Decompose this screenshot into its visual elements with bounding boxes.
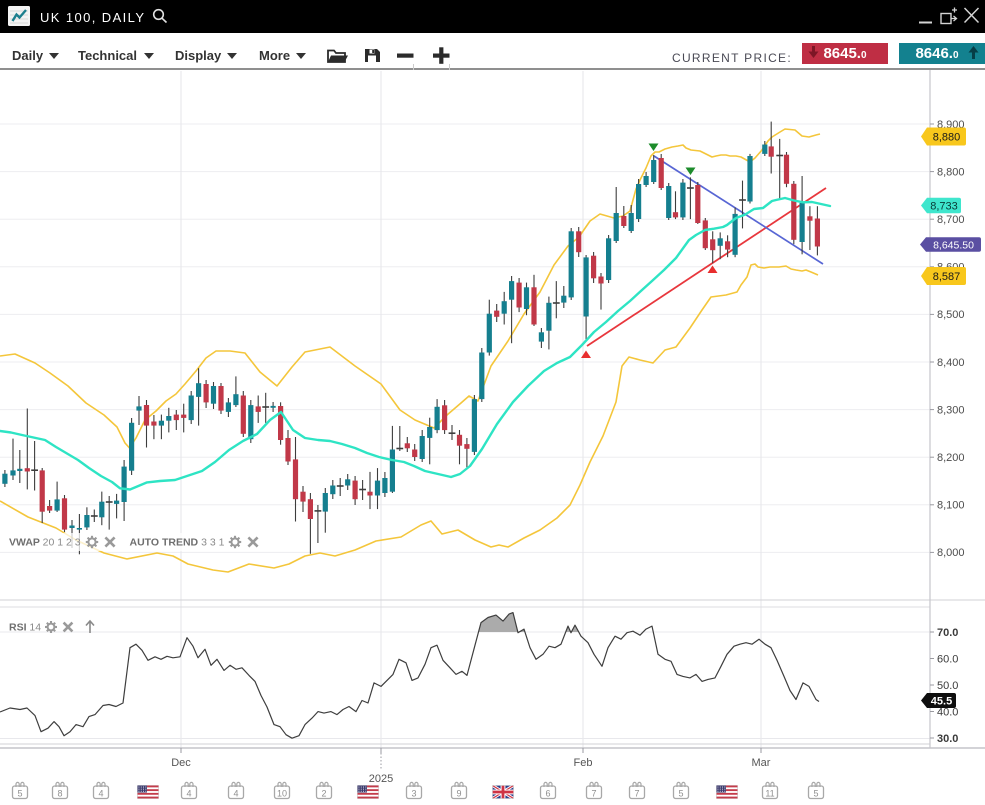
svg-text:4: 4 [98, 789, 103, 799]
svg-text:3: 3 [411, 789, 416, 799]
svg-text:8,000: 8,000 [937, 547, 965, 559]
svg-text:30.0: 30.0 [937, 733, 958, 745]
svg-text:10: 10 [277, 789, 287, 799]
svg-text:45.5: 45.5 [931, 696, 952, 708]
svg-text:8: 8 [57, 789, 62, 799]
svg-text:8,800: 8,800 [937, 166, 965, 178]
svg-text:8,587: 8,587 [933, 271, 961, 283]
svg-text:5: 5 [678, 789, 683, 799]
svg-text:7: 7 [634, 789, 639, 799]
svg-text:60.0: 60.0 [937, 653, 958, 665]
svg-text:6: 6 [545, 789, 550, 799]
svg-text:Feb: Feb [574, 757, 593, 769]
svg-text:5: 5 [17, 789, 22, 799]
svg-text:RSI 14: RSI 14 [9, 622, 41, 634]
svg-text:VWAP 20 1 2 3: VWAP 20 1 2 3 [9, 537, 81, 549]
svg-text:8,300: 8,300 [937, 404, 965, 416]
svg-text:70.0: 70.0 [937, 627, 958, 639]
svg-text:11: 11 [765, 789, 774, 799]
svg-text:AUTO TREND 3 3 1: AUTO TREND 3 3 1 [130, 537, 225, 549]
svg-text:8,645.50: 8,645.50 [933, 239, 974, 251]
svg-text:7: 7 [591, 789, 596, 799]
svg-text:40.0: 40.0 [937, 706, 958, 718]
svg-text:9: 9 [456, 789, 461, 799]
svg-text:Mar: Mar [752, 757, 771, 769]
svg-text:8,880: 8,880 [933, 132, 961, 144]
svg-text:8,100: 8,100 [937, 500, 965, 512]
svg-text:5: 5 [813, 789, 818, 799]
svg-text:Dec: Dec [171, 757, 191, 769]
svg-text:8,733: 8,733 [930, 201, 958, 213]
svg-text:8,400: 8,400 [937, 357, 965, 369]
svg-text:8,700: 8,700 [937, 214, 965, 226]
svg-text:50.0: 50.0 [937, 680, 958, 692]
svg-text:4: 4 [233, 789, 238, 799]
svg-text:2025: 2025 [369, 773, 393, 785]
svg-text:2: 2 [321, 789, 326, 799]
svg-text:8,200: 8,200 [937, 452, 965, 464]
svg-text:4: 4 [186, 789, 191, 799]
svg-text:8,500: 8,500 [937, 309, 965, 321]
